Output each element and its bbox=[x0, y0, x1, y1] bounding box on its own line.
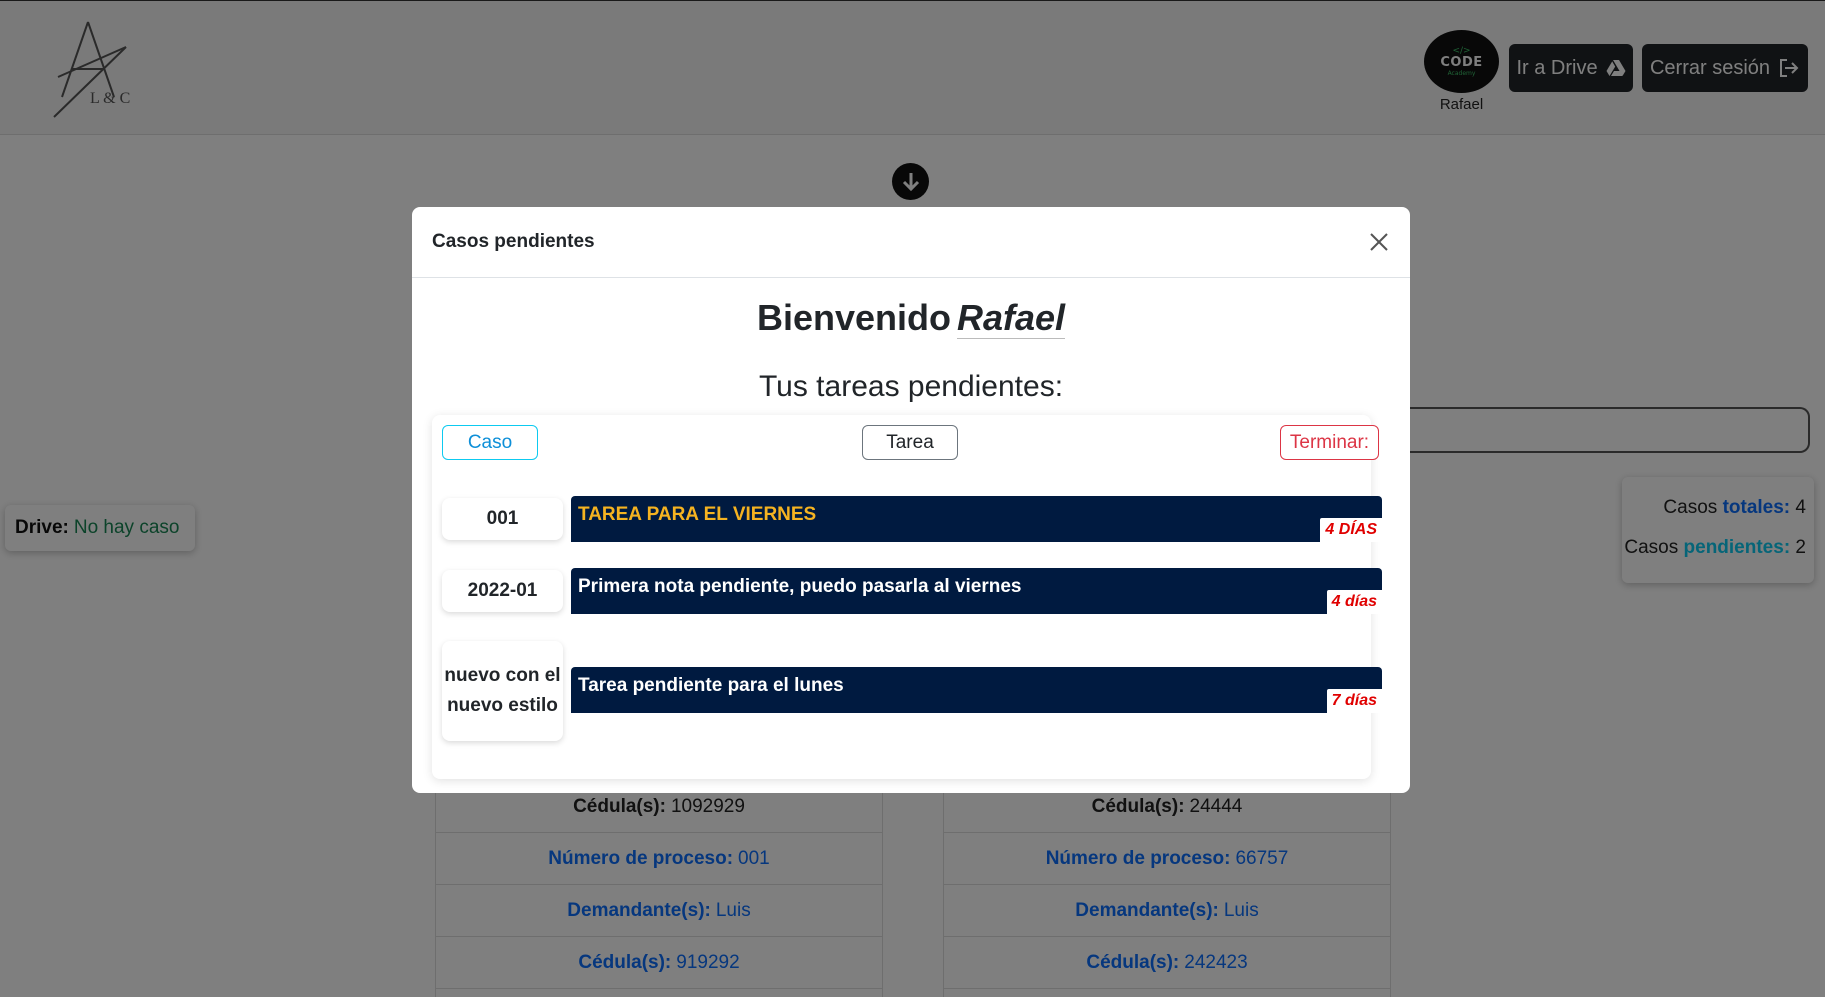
task-case-id[interactable]: 001 bbox=[442, 498, 563, 540]
page: L & C </> CODE Academy Rafael Ir a Drive… bbox=[0, 0, 1825, 997]
column-terminar-button[interactable]: Terminar: bbox=[1280, 425, 1379, 460]
task-days-badge: 4 días bbox=[1326, 590, 1382, 614]
welcome-user: Rafael bbox=[956, 297, 1066, 339]
task-bar[interactable]: TAREA PARA EL VIERNES 4 DÍAS bbox=[571, 496, 1382, 542]
column-caso-button[interactable]: Caso bbox=[442, 425, 538, 460]
tasks-panel: Caso Tarea Terminar: 001 TAREA PARA EL V… bbox=[432, 415, 1382, 779]
welcome-text: Bienvenido bbox=[756, 297, 951, 338]
pending-cases-modal: Casos pendientes Bienvenido Rafael Tus ta… bbox=[412, 207, 1410, 793]
task-bar[interactable]: Tarea pendiente para el lunes 7 días bbox=[571, 667, 1382, 713]
task-text: TAREA PARA EL VIERNES bbox=[578, 504, 817, 525]
modal-title: Casos pendientes bbox=[432, 231, 595, 252]
task-days-badge: 4 DÍAS bbox=[1320, 518, 1382, 542]
modal-header: Casos pendientes bbox=[412, 207, 1410, 278]
close-icon[interactable] bbox=[1364, 227, 1394, 257]
column-tarea-button[interactable]: Tarea bbox=[862, 425, 958, 460]
welcome-heading: Bienvenido Rafael bbox=[412, 297, 1410, 339]
task-case-id[interactable]: 2022-01 bbox=[442, 570, 563, 612]
task-days-badge: 7 días bbox=[1326, 689, 1382, 713]
task-bar[interactable]: Primera nota pendiente, puedo pasarla al… bbox=[571, 568, 1382, 614]
task-case-id[interactable]: nuevo con el nuevo estilo bbox=[442, 641, 563, 741]
task-text: Tarea pendiente para el lunes bbox=[578, 675, 844, 696]
task-text: Primera nota pendiente, puedo pasarla al… bbox=[578, 576, 1022, 597]
pending-tasks-subtitle: Tus tareas pendientes: bbox=[758, 370, 1064, 403]
